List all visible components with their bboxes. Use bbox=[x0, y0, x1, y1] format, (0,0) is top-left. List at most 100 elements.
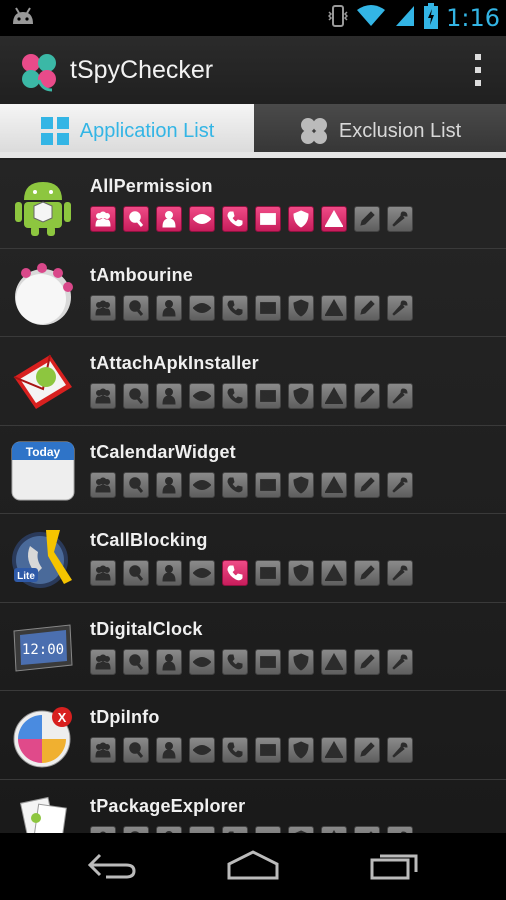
mail-permission-icon[interactable] bbox=[255, 206, 281, 232]
home-icon[interactable] bbox=[223, 845, 283, 885]
warning-permission-icon[interactable] bbox=[321, 737, 347, 763]
pencil-permission-icon[interactable] bbox=[354, 737, 380, 763]
phone-permission-icon[interactable] bbox=[222, 383, 248, 409]
pencil-permission-icon[interactable] bbox=[354, 383, 380, 409]
eye-permission-icon[interactable] bbox=[189, 825, 215, 833]
tab-exclusion-list[interactable]: Exclusion List bbox=[254, 104, 506, 158]
person-permission-icon[interactable] bbox=[156, 383, 182, 409]
phone-permission-icon[interactable] bbox=[222, 471, 248, 498]
warning-permission-icon[interactable] bbox=[321, 471, 347, 498]
clock: 1:16 bbox=[446, 4, 500, 32]
tab-application-list[interactable]: Application List bbox=[0, 104, 254, 158]
pencil-permission-icon[interactable] bbox=[354, 648, 380, 675]
eye-permission-icon[interactable] bbox=[189, 294, 215, 321]
person-permission-icon[interactable] bbox=[156, 648, 182, 675]
shield-permission-icon[interactable] bbox=[288, 648, 314, 675]
pencil-permission-icon[interactable] bbox=[354, 471, 380, 498]
shield-permission-icon[interactable] bbox=[288, 206, 314, 232]
contacts-permission-icon[interactable] bbox=[90, 206, 116, 232]
contacts-permission-icon[interactable] bbox=[90, 648, 116, 675]
list-item[interactable]: Lite tCallBlocking bbox=[0, 514, 506, 603]
wrench-permission-icon[interactable] bbox=[387, 471, 413, 498]
search-permission-icon[interactable] bbox=[123, 825, 149, 833]
person-permission-icon[interactable] bbox=[156, 737, 182, 763]
contacts-permission-icon[interactable] bbox=[90, 825, 116, 833]
wrench-permission-icon[interactable] bbox=[387, 560, 413, 586]
shield-permission-icon[interactable] bbox=[288, 825, 314, 833]
wrench-permission-icon[interactable] bbox=[387, 383, 413, 409]
pencil-permission-icon[interactable] bbox=[354, 206, 380, 232]
mail-permission-icon[interactable] bbox=[255, 560, 281, 586]
contacts-permission-icon[interactable] bbox=[90, 383, 116, 409]
wrench-permission-icon[interactable] bbox=[387, 825, 413, 833]
pencil-permission-icon[interactable] bbox=[354, 825, 380, 833]
mail-permission-icon[interactable] bbox=[255, 737, 281, 763]
list-item[interactable]: 12:00 tDigitalClock bbox=[0, 603, 506, 691]
warning-permission-icon[interactable] bbox=[321, 294, 347, 321]
shield-permission-icon[interactable] bbox=[288, 383, 314, 409]
list-item[interactable]: tAmbourine bbox=[0, 249, 506, 337]
search-permission-icon[interactable] bbox=[123, 383, 149, 409]
mail-permission-icon[interactable] bbox=[255, 648, 281, 675]
contacts-permission-icon[interactable] bbox=[90, 471, 116, 498]
pencil-permission-icon[interactable] bbox=[354, 560, 380, 586]
mail-permission-icon[interactable] bbox=[255, 825, 281, 833]
person-permission-icon[interactable] bbox=[156, 206, 182, 232]
person-permission-icon[interactable] bbox=[156, 825, 182, 833]
contacts-permission-icon[interactable] bbox=[90, 560, 116, 586]
recent-apps-icon[interactable] bbox=[364, 845, 424, 885]
app-list[interactable]: AllPermission tAmbourine tAttachApkInsta… bbox=[0, 160, 506, 833]
pencil-permission-icon[interactable] bbox=[354, 294, 380, 321]
eye-permission-icon[interactable] bbox=[189, 648, 215, 675]
list-item[interactable]: Today tCalendarWidget bbox=[0, 426, 506, 514]
back-icon[interactable] bbox=[82, 845, 142, 885]
person-permission-icon[interactable] bbox=[156, 560, 182, 586]
android-icon bbox=[10, 172, 76, 238]
list-item[interactable]: tPackageExplorer bbox=[0, 780, 506, 833]
wrench-permission-icon[interactable] bbox=[387, 648, 413, 675]
shield-permission-icon[interactable] bbox=[288, 737, 314, 763]
person-permission-icon[interactable] bbox=[156, 471, 182, 498]
contacts-permission-icon[interactable] bbox=[90, 737, 116, 763]
person-permission-icon[interactable] bbox=[156, 294, 182, 321]
mail-permission-icon[interactable] bbox=[255, 383, 281, 409]
navigation-bar bbox=[0, 833, 506, 900]
warning-permission-icon[interactable] bbox=[321, 825, 347, 833]
overflow-menu-icon[interactable] bbox=[472, 54, 484, 86]
warning-permission-icon[interactable] bbox=[321, 648, 347, 675]
search-permission-icon[interactable] bbox=[123, 294, 149, 321]
mail-permission-icon[interactable] bbox=[255, 471, 281, 498]
warning-permission-icon[interactable] bbox=[321, 206, 347, 232]
wrench-permission-icon[interactable] bbox=[387, 737, 413, 763]
eye-permission-icon[interactable] bbox=[189, 560, 215, 586]
eye-permission-icon[interactable] bbox=[189, 383, 215, 409]
wrench-permission-icon[interactable] bbox=[387, 206, 413, 232]
phone-permission-icon[interactable] bbox=[222, 825, 248, 833]
phone-permission-icon[interactable] bbox=[222, 648, 248, 675]
app-name: tAmbourine bbox=[90, 264, 193, 285]
list-item[interactable]: tAttachApkInstaller bbox=[0, 337, 506, 426]
phone-permission-icon[interactable] bbox=[222, 206, 248, 232]
phone-permission-icon[interactable] bbox=[222, 560, 248, 586]
search-permission-icon[interactable] bbox=[123, 648, 149, 675]
contacts-permission-icon[interactable] bbox=[90, 294, 116, 321]
shield-permission-icon[interactable] bbox=[288, 471, 314, 498]
list-item[interactable]: X tDpiInfo bbox=[0, 691, 506, 780]
search-permission-icon[interactable] bbox=[123, 560, 149, 586]
mail-permission-icon[interactable] bbox=[255, 294, 281, 321]
eye-permission-icon[interactable] bbox=[189, 206, 215, 232]
clover-icon[interactable] bbox=[18, 50, 60, 92]
eye-permission-icon[interactable] bbox=[189, 471, 215, 498]
shield-permission-icon[interactable] bbox=[288, 560, 314, 586]
shield-permission-icon[interactable] bbox=[288, 294, 314, 321]
warning-permission-icon[interactable] bbox=[321, 560, 347, 586]
list-item[interactable]: AllPermission bbox=[0, 160, 506, 249]
eye-permission-icon[interactable] bbox=[189, 737, 215, 763]
search-permission-icon[interactable] bbox=[123, 206, 149, 232]
search-permission-icon[interactable] bbox=[123, 737, 149, 763]
search-permission-icon[interactable] bbox=[123, 471, 149, 498]
phone-permission-icon[interactable] bbox=[222, 737, 248, 763]
wrench-permission-icon[interactable] bbox=[387, 294, 413, 321]
phone-permission-icon[interactable] bbox=[222, 294, 248, 321]
warning-permission-icon[interactable] bbox=[321, 383, 347, 409]
